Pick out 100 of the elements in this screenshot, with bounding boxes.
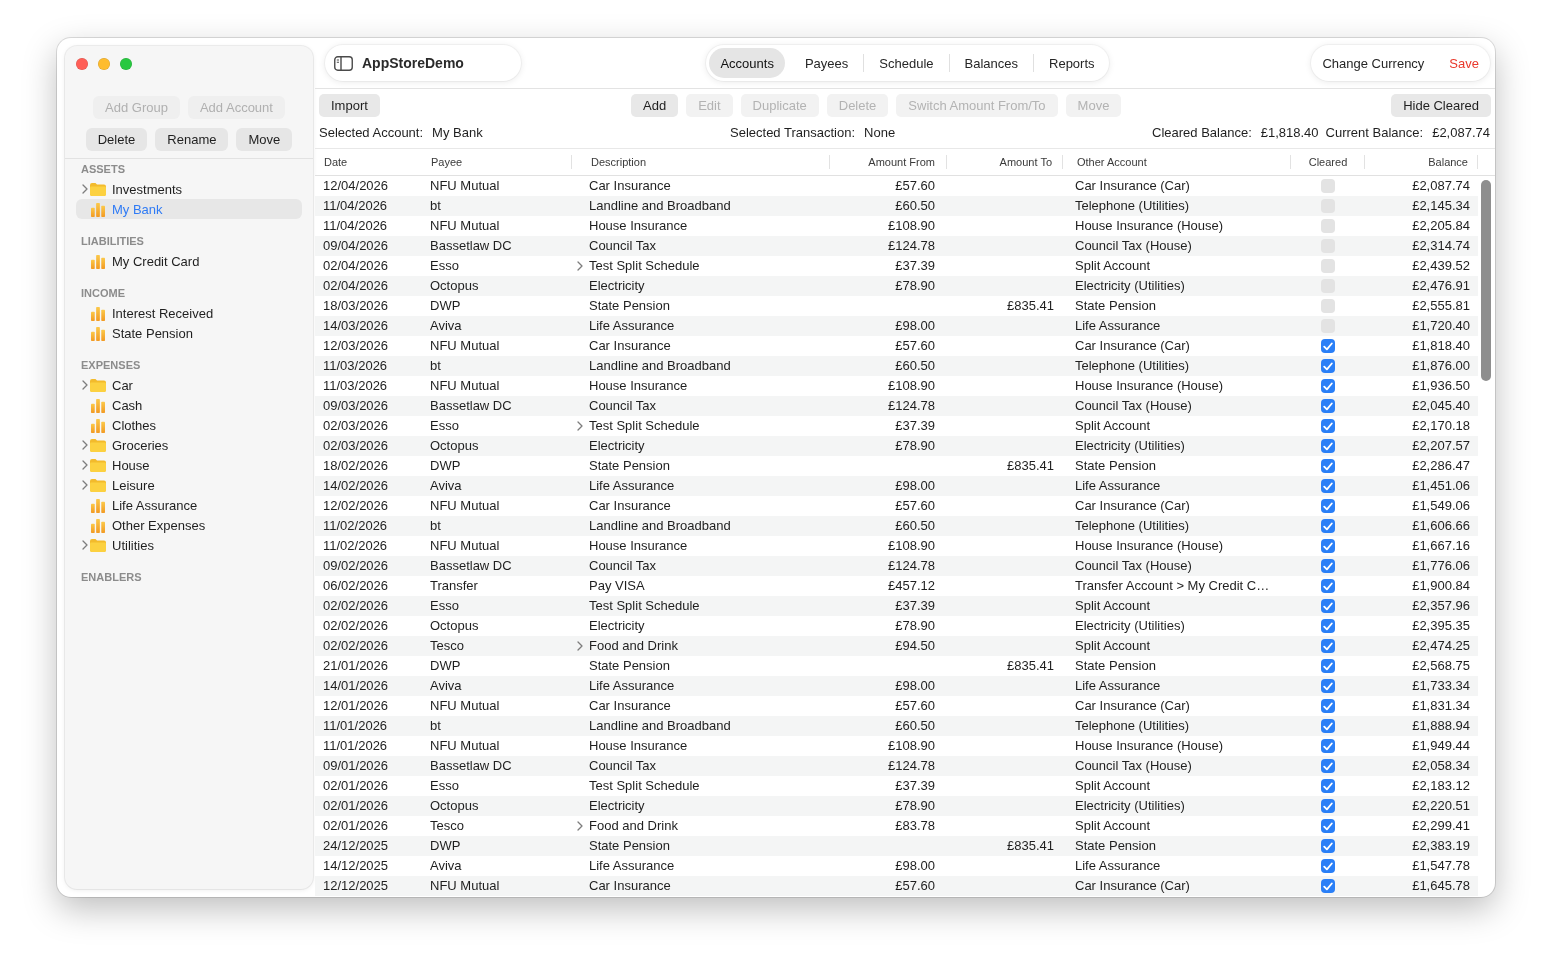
tab[interactable]: Balances	[953, 48, 1029, 78]
chevron-icon[interactable]	[577, 641, 583, 651]
chevron-icon[interactable]	[82, 380, 88, 390]
tab[interactable]: Payees	[793, 48, 860, 78]
chevron-icon[interactable]	[82, 184, 88, 194]
sidebar-item[interactable]: State Pension	[76, 323, 302, 343]
tab[interactable]: Schedule	[868, 48, 945, 78]
column-header[interactable]: Balance	[1428, 156, 1468, 168]
checkbox[interactable]	[1321, 259, 1335, 273]
checkbox[interactable]	[1321, 399, 1335, 413]
sidebar-item[interactable]: Leisure	[76, 475, 302, 495]
chevron-icon[interactable]	[577, 261, 583, 271]
checkbox[interactable]	[1321, 559, 1335, 573]
table-row[interactable]: 09/04/2026 Bassetlaw DC Council Tax £124.78 Council Tax (House) £2,314.74	[315, 236, 1478, 256]
column-header[interactable]: Amount To	[999, 156, 1052, 168]
column-header[interactable]: Description	[591, 156, 647, 168]
table-row[interactable]: 02/04/2026 Octopus Electricity £78.90 Electricity (Utilities) £2,476.91	[315, 276, 1478, 296]
sidebar-button[interactable]: Rename	[155, 128, 229, 151]
chevron-icon[interactable]	[82, 480, 88, 490]
checkbox[interactable]	[1321, 659, 1335, 673]
action-button[interactable]: Save	[1449, 55, 1479, 71]
sidebar-item[interactable]: My Credit Card	[76, 251, 302, 271]
checkbox[interactable]	[1321, 419, 1335, 433]
info-value: £2,087.74	[1432, 124, 1490, 140]
sidebar-button[interactable]: Move	[236, 128, 293, 151]
table-row[interactable]: 09/02/2026 Bassetlaw DC Council Tax £124.78 Council Tax (House) £1,776.06	[315, 556, 1478, 576]
toolbar-button[interactable]: Add	[631, 94, 679, 117]
checkbox[interactable]	[1321, 719, 1335, 733]
checkbox[interactable]	[1321, 499, 1335, 513]
checkbox[interactable]	[1321, 539, 1335, 553]
checkbox[interactable]	[1321, 439, 1335, 453]
sidebar-item[interactable]: House	[76, 455, 302, 475]
checkbox[interactable]	[1321, 739, 1335, 753]
tab[interactable]: Accounts	[709, 48, 785, 78]
tab[interactable]: Reports	[1038, 48, 1106, 78]
checkbox[interactable]	[1321, 579, 1335, 593]
checkbox[interactable]	[1321, 179, 1335, 193]
checkbox[interactable]	[1321, 359, 1335, 373]
toolbar-button[interactable]: Hide Cleared	[1391, 94, 1491, 117]
table-row[interactable]: 11/04/2026 bt Landline and Broadband £60.50 Telephone (Utilities) £2,145.34	[315, 196, 1478, 216]
sidebar-item[interactable]: Car	[76, 375, 302, 395]
chevron-icon[interactable]	[82, 440, 88, 450]
checkbox[interactable]	[1321, 799, 1335, 813]
table-row[interactable]: 14/01/2026 Aviva Life Assurance £98.00 Life Assurance £1,733.34	[315, 676, 1478, 696]
table-row[interactable]: 24/12/2025 DWP State Pension £835.41 State Pension £2,383.19	[315, 836, 1478, 856]
checkbox[interactable]	[1321, 619, 1335, 633]
checkbox[interactable]	[1321, 339, 1335, 353]
table-cell: £57.60	[895, 498, 935, 514]
table-row[interactable]: 02/02/2026 Tesco Food and Drink £94.50 Split Account £2,474.25	[315, 636, 1478, 656]
sidebar-item[interactable]: Clothes	[76, 415, 302, 435]
table-row[interactable]: 09/03/2026 Bassetlaw DC Council Tax £124.78 Council Tax (House) £2,045.40	[315, 396, 1478, 416]
checkbox[interactable]	[1321, 699, 1335, 713]
checkbox[interactable]	[1321, 299, 1335, 313]
sidebar-button[interactable]: Delete	[85, 128, 148, 151]
checkbox[interactable]	[1321, 219, 1335, 233]
chevron-icon[interactable]	[577, 421, 583, 431]
column-header[interactable]: Cleared	[1308, 156, 1348, 168]
scrollbar-thumb[interactable]	[1481, 180, 1491, 381]
checkbox[interactable]	[1321, 479, 1335, 493]
action-button[interactable]: Change Currency	[1322, 55, 1425, 71]
checkbox[interactable]	[1321, 859, 1335, 873]
column-header[interactable]: Date	[324, 156, 348, 168]
table-row[interactable]: 11/02/2026 bt Landline and Broadband £60.50 Telephone (Utilities) £1,606.66	[315, 516, 1478, 536]
sidebar-item[interactable]: Groceries	[76, 435, 302, 455]
table-row[interactable]: 11/01/2026 bt Landline and Broadband £60.50 Telephone (Utilities) £1,888.94	[315, 716, 1478, 736]
table-row[interactable]: 02/03/2026 Octopus Electricity £78.90 Electricity (Utilities) £2,207.57	[315, 436, 1478, 456]
checkbox[interactable]	[1321, 459, 1335, 473]
checkbox[interactable]	[1321, 639, 1335, 653]
chevron-icon[interactable]	[82, 460, 88, 470]
sidebar-item[interactable]: Investments	[76, 179, 302, 199]
checkbox[interactable]	[1321, 879, 1335, 893]
table-row[interactable]: 12/12/2025 NFU Mutual Car Insurance £57.60 Car Insurance (Car) £1,645.78	[315, 876, 1478, 896]
zoom-icon[interactable]	[120, 58, 132, 70]
column-header[interactable]: Other Account	[1077, 156, 1147, 168]
chevron-icon[interactable]	[577, 821, 583, 831]
checkbox[interactable]	[1321, 379, 1335, 393]
sidebar-item[interactable]: Other Expenses	[76, 515, 302, 535]
table-row[interactable]: 02/02/2026 Esso Test Split Schedule £37.39 Split Account £2,357.96	[315, 596, 1478, 616]
toolbar-button[interactable]: Import	[319, 94, 380, 117]
sidebar-item[interactable]: Cash	[76, 395, 302, 415]
checkbox[interactable]	[1321, 839, 1335, 853]
checkbox[interactable]	[1321, 519, 1335, 533]
table-row[interactable]: 02/01/2026 Octopus Electricity £78.90 Electricity (Utilities) £2,220.51	[315, 796, 1478, 816]
checkbox[interactable]	[1321, 599, 1335, 613]
sidebar-item[interactable]: Interest Received	[76, 303, 302, 323]
table-row[interactable]: 11/03/2026 bt Landline and Broadband £60.50 Telephone (Utilities) £1,876.00	[315, 356, 1478, 376]
checkbox[interactable]	[1321, 679, 1335, 693]
checkbox[interactable]	[1321, 819, 1335, 833]
column-header[interactable]: Payee	[431, 156, 463, 168]
sidebar-toggle-icon[interactable]	[334, 55, 353, 71]
chevron-icon[interactable]	[82, 540, 88, 550]
table-row[interactable]: 14/02/2026 Aviva Life Assurance £98.00 Life Assurance £1,451.06	[315, 476, 1478, 496]
table-row[interactable]: 09/01/2026 Bassetlaw DC Council Tax £124.78 Council Tax (House) £2,058.34	[315, 756, 1478, 776]
checkbox[interactable]	[1321, 759, 1335, 773]
column-header[interactable]: Amount From	[868, 156, 935, 168]
checkbox[interactable]	[1321, 779, 1335, 793]
table-row[interactable]: 14/03/2026 Aviva Life Assurance £98.00 Life Assurance £1,720.40	[315, 316, 1478, 336]
close-icon[interactable]	[76, 58, 88, 70]
sidebar-item[interactable]: Life Assurance	[76, 495, 302, 515]
sidebar-item[interactable]: Utilities	[76, 535, 302, 555]
